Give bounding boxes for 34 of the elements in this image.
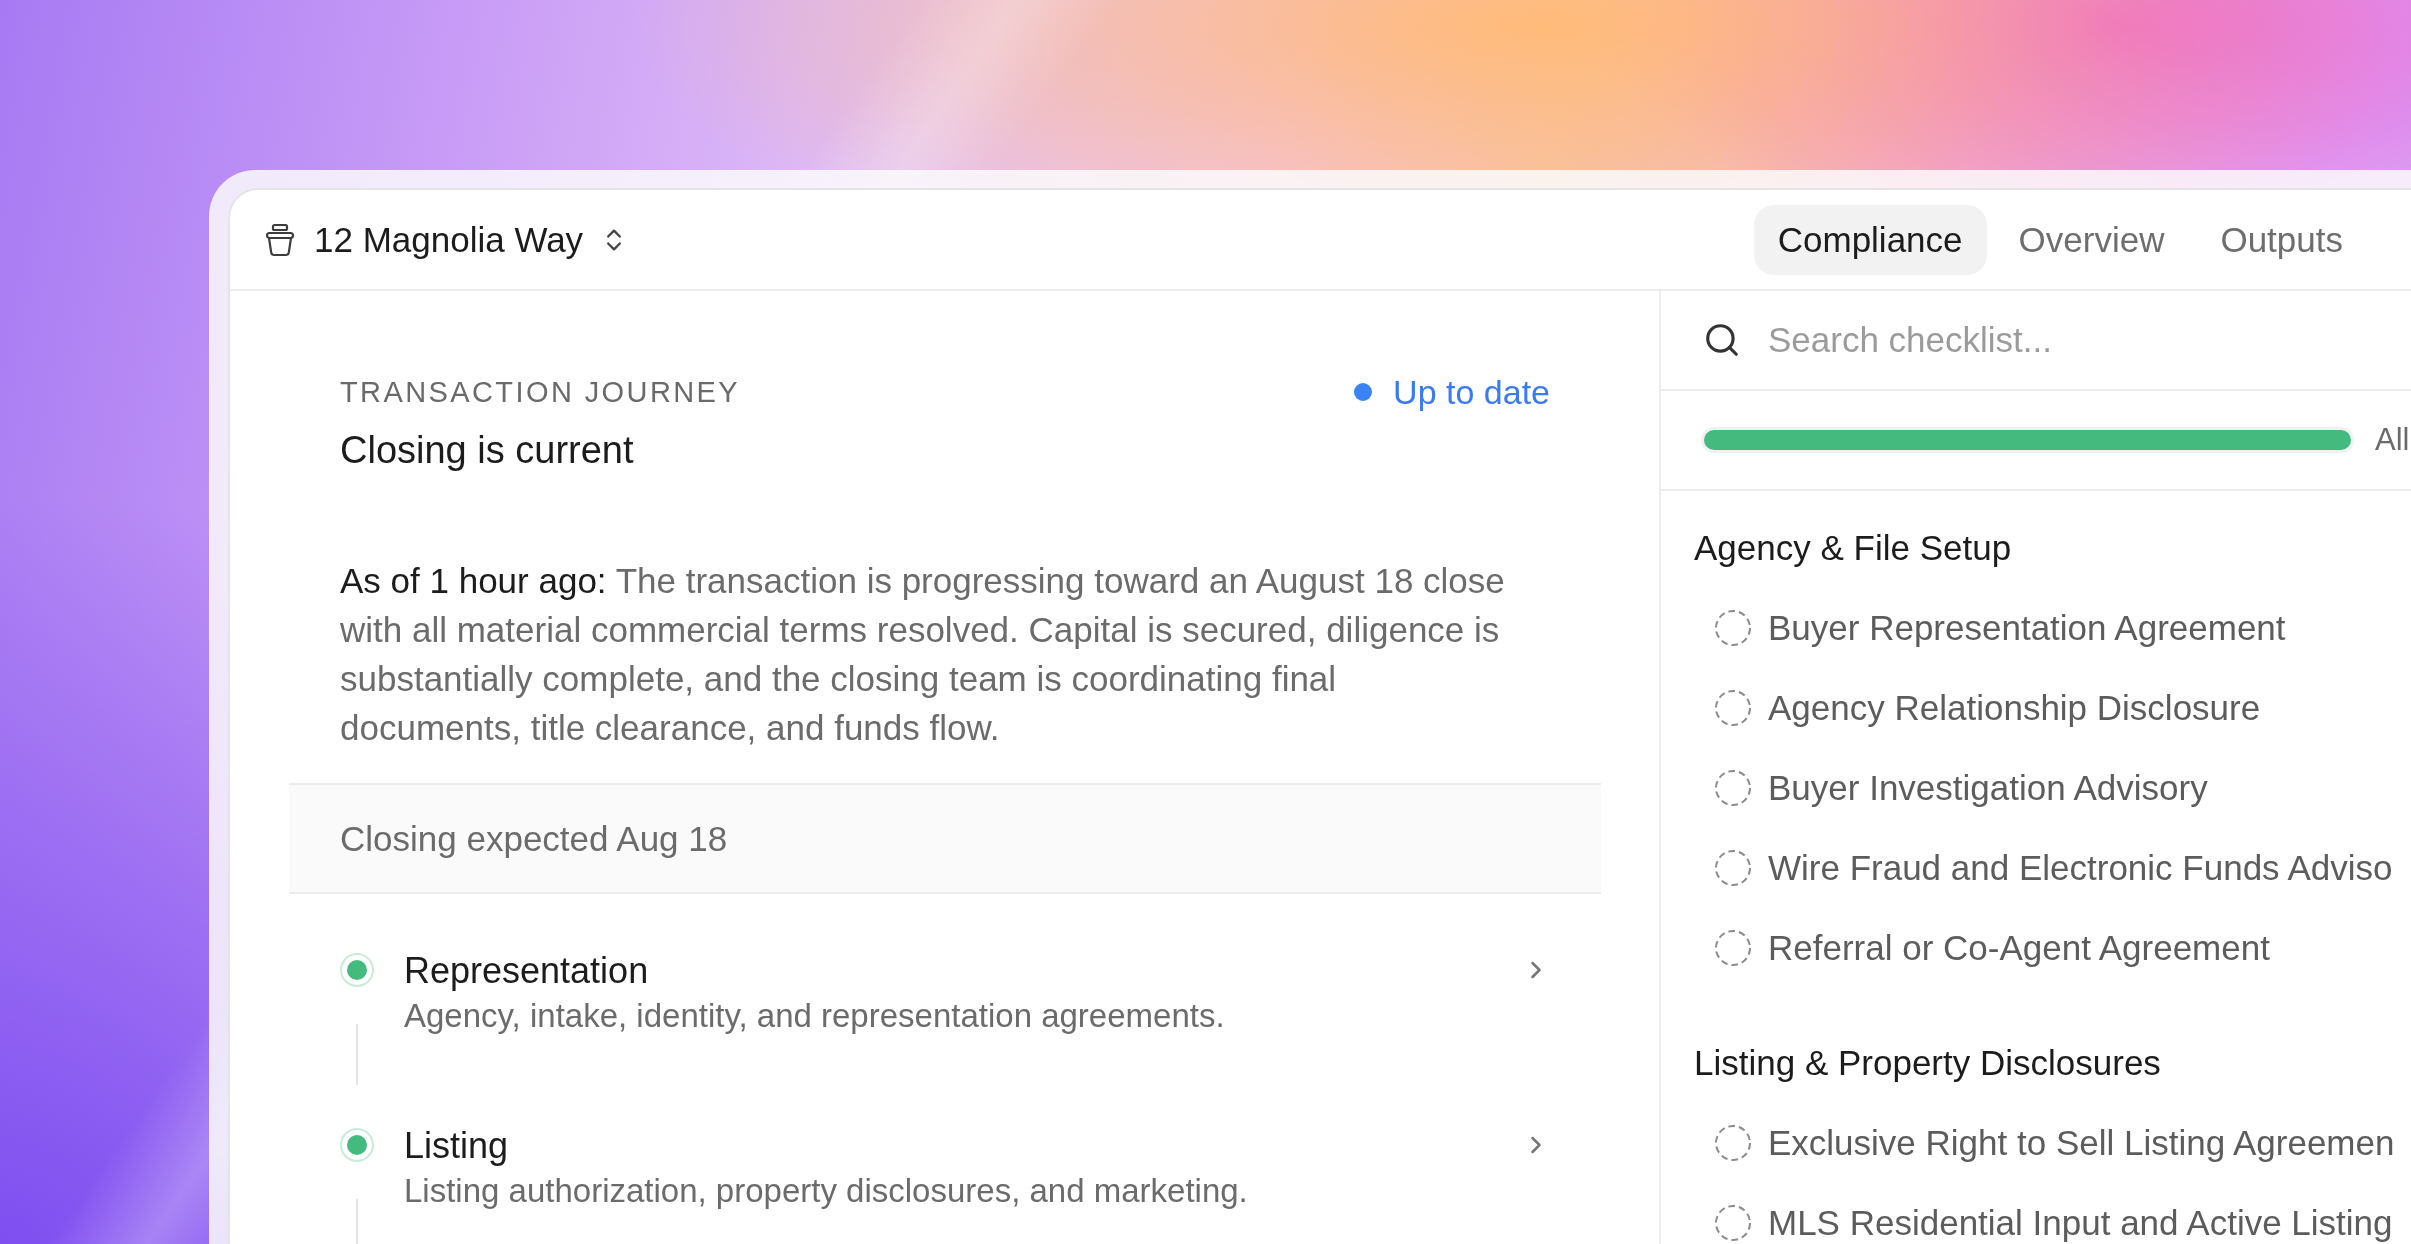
search-field[interactable]: Search checklist... xyxy=(1768,316,2411,364)
summary-text: As of 1 hour ago: The transaction is progressing toward an August 18 close with all material commercial terms resolved. Capital is secured, diligence is substantially complete, and the closing team is coordinating final documents, title clearance, and funds flow. xyxy=(340,560,1506,749)
status-label: Up to date xyxy=(1393,372,1550,412)
dashed-circle-icon[interactable] xyxy=(1715,610,1751,646)
journey-title: Closing is current xyxy=(340,428,635,473)
dashed-circle-icon[interactable] xyxy=(1715,690,1751,726)
dashed-circle-icon[interactable] xyxy=(1715,850,1751,886)
step-title: Representation xyxy=(404,949,650,993)
status-dot-icon xyxy=(1354,383,1373,401)
dashed-circle-icon[interactable] xyxy=(1715,770,1751,806)
tab[interactable]: Compliance xyxy=(1753,204,1987,275)
checklist-item[interactable]: Buyer Investigation Advisory xyxy=(1768,768,2208,808)
checklist-item[interactable]: Buyer Representation Agreement xyxy=(1768,608,2286,648)
step-description: Listing authorization, property disclosures, and marketing. xyxy=(404,1171,1249,1211)
section-title: Listing & Property Disclosures xyxy=(1694,1042,2162,1084)
section-eyebrow: TRANSACTION JOURNEY xyxy=(340,374,741,410)
checklist-item[interactable]: Wire Fraud and Electronic Funds Adviso xyxy=(1768,848,2393,888)
checklist-item[interactable]: MLS Residential Input and Active Listing xyxy=(1768,1203,2393,1243)
property-selector[interactable]: 12 Magnolia Way xyxy=(314,217,629,262)
container-icon xyxy=(263,222,297,257)
closing-banner: Closing expected Aug 18 xyxy=(289,783,1601,894)
checklist-item[interactable]: Agency Relationship Disclosure xyxy=(1768,688,2261,728)
tab[interactable]: Outputs xyxy=(2196,204,2367,275)
section-title: Agency & File Setup xyxy=(1694,527,2013,569)
checklist-item[interactable]: Exclusive Right to Sell Listing Agreemen xyxy=(1768,1123,2395,1163)
dashed-circle-icon[interactable] xyxy=(1715,1205,1751,1241)
checklist-item[interactable]: Referral or Co-Agent Agreement xyxy=(1768,928,2270,968)
search-icon xyxy=(1703,321,1741,359)
step-title: Listing xyxy=(404,1124,510,1168)
dashed-circle-icon[interactable] xyxy=(1715,930,1751,966)
tab[interactable]: Overview xyxy=(1994,204,2189,275)
dashed-circle-icon[interactable] xyxy=(1715,1125,1751,1161)
step-description: Agency, intake, identity, and representation agreements. xyxy=(404,996,1226,1036)
progress-label: All xyxy=(2375,421,2410,459)
